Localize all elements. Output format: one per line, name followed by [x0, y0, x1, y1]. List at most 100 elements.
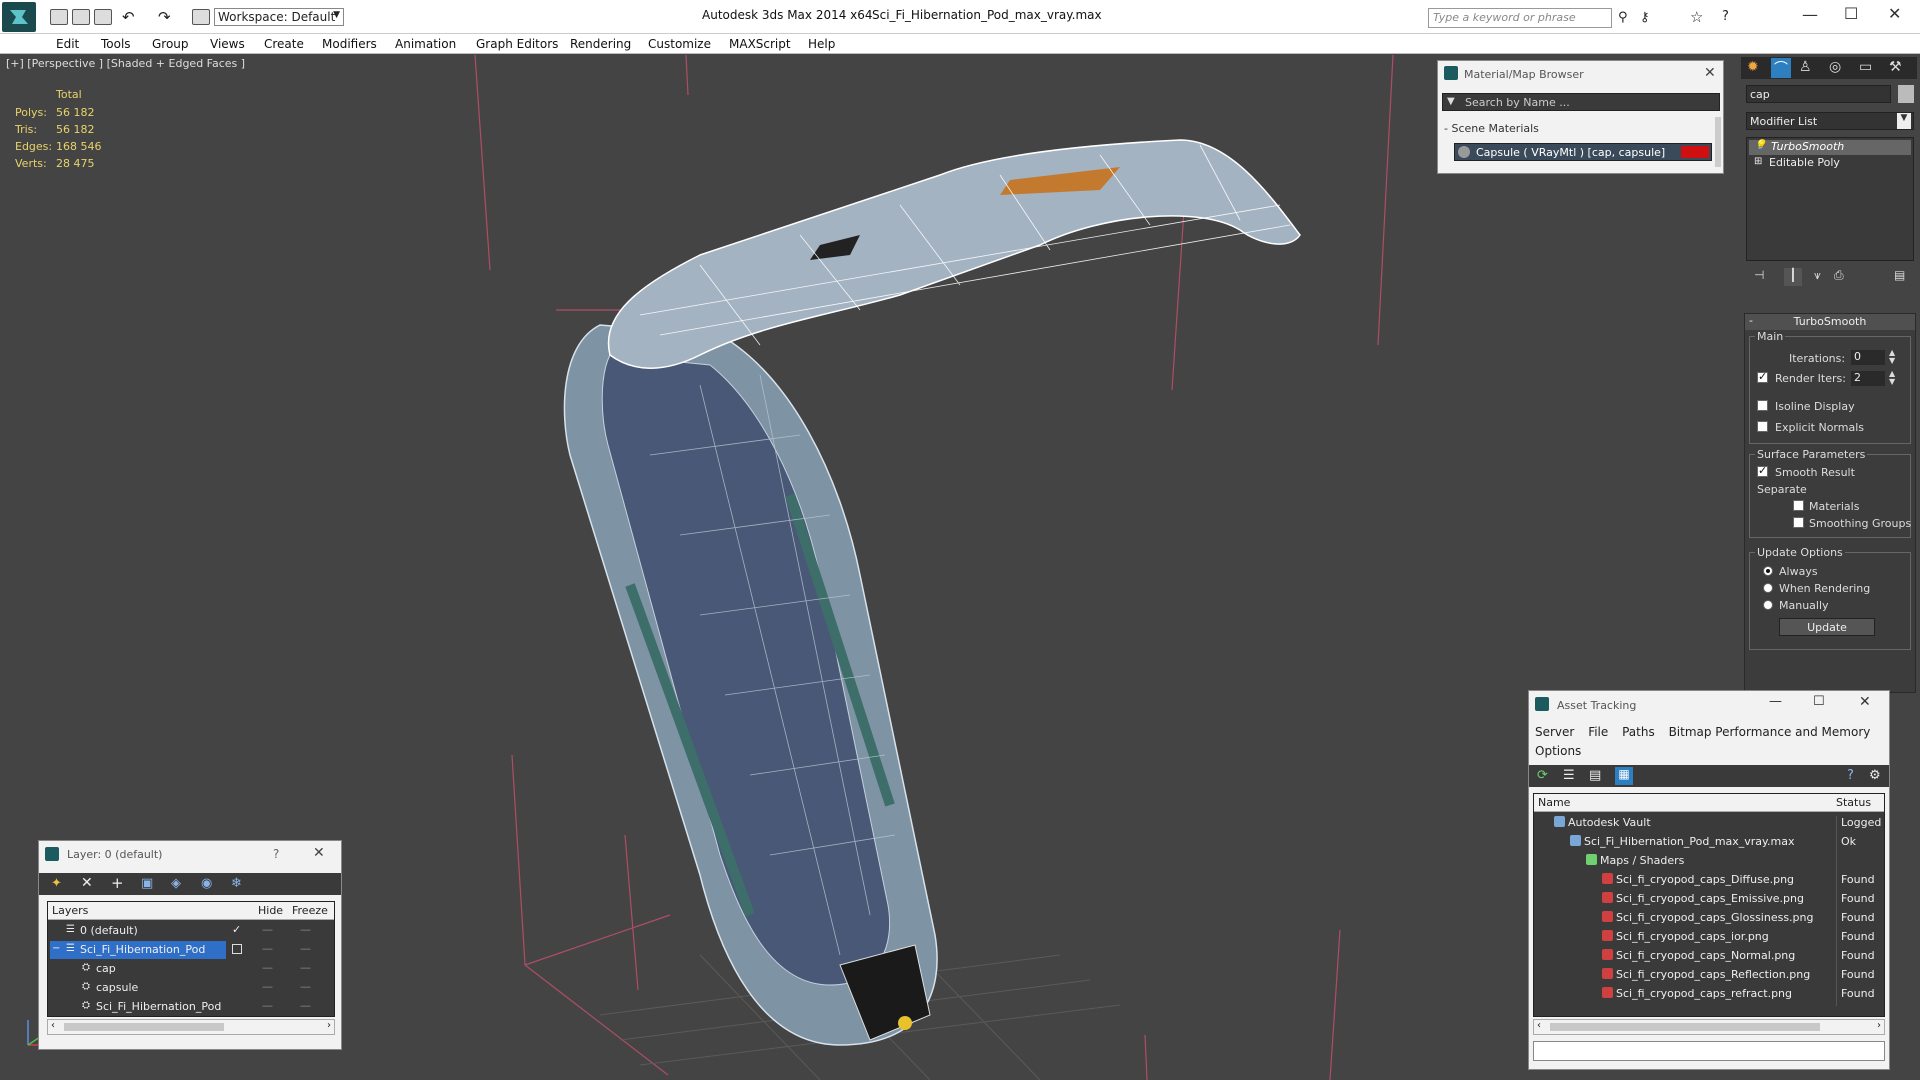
smooth-result-checkbox[interactable] — [1757, 464, 1768, 477]
asset-row[interactable]: Sci_fi_cryopod_caps_Reflection.png Found — [1534, 966, 1884, 987]
help-icon[interactable]: ? — [273, 847, 279, 861]
make-unique-icon[interactable]: ⩛ — [1814, 268, 1821, 283]
menu-paths[interactable]: Paths — [1622, 725, 1655, 739]
project-folder-icon[interactable] — [192, 9, 210, 25]
freeze-all-icon[interactable]: ❄ — [231, 876, 242, 891]
asset-row[interactable]: Sci_fi_cryopod_caps_Diffuse.png Found — [1534, 871, 1884, 892]
asset-row[interactable]: Autodesk VaultLogged C — [1534, 814, 1884, 835]
scroll-left-icon[interactable]: ‹ — [1537, 1020, 1541, 1031]
maximize-icon[interactable]: ☐ — [1844, 4, 1858, 23]
app-logo-icon[interactable] — [2, 2, 36, 32]
when-rendering-radio[interactable] — [1763, 583, 1773, 593]
menu-modifiers[interactable]: Modifiers — [322, 37, 377, 51]
scrollbar[interactable] — [1715, 117, 1721, 167]
open-file-icon[interactable] — [72, 9, 90, 25]
highlight-layer-icon[interactable]: ◈ — [171, 876, 181, 891]
save-file-icon[interactable] — [94, 9, 112, 25]
expand-icon[interactable]: − — [52, 943, 60, 954]
layer-row[interactable]: ☰ 0 (default) ✓ — — — [48, 922, 334, 940]
always-radio[interactable] — [1763, 566, 1773, 576]
vault-settings-icon[interactable]: ⚙ — [1869, 768, 1881, 783]
freeze-toggle[interactable]: — — [300, 961, 311, 974]
help-icon[interactable]: ? — [1722, 9, 1729, 24]
search-input[interactable]: Type a keyword or phrase — [1428, 8, 1612, 28]
col-freeze[interactable]: Freeze — [292, 904, 328, 917]
menu-server[interactable]: Server — [1535, 725, 1574, 739]
scroll-thumb[interactable] — [1550, 1023, 1820, 1031]
hide-toggle[interactable]: — — [262, 923, 273, 936]
asset-row[interactable]: Sci_fi_cryopod_caps_ior.png Found — [1534, 928, 1884, 949]
freeze-toggle[interactable]: — — [300, 999, 311, 1012]
menu-edit[interactable]: Edit — [56, 37, 79, 51]
redo-icon[interactable]: ↷ — [158, 8, 171, 26]
hide-toggle[interactable]: — — [262, 999, 273, 1012]
layer-row[interactable]: − ☰ Sci_Fi_Hibernation_Pod — — — [48, 941, 334, 959]
refresh-icon[interactable]: ⟳ — [1537, 768, 1548, 783]
display-tab-icon[interactable]: ▭ — [1859, 59, 1872, 75]
asset-row[interactable]: Sci_fi_cryopod_caps_refract.png Found — [1534, 985, 1884, 1006]
layer-row[interactable]: ⛭ Sci_Fi_Hibernation_Pod — — — [48, 998, 334, 1016]
modify-tab-icon[interactable]: ⌒ — [1771, 58, 1791, 78]
current-layer-box[interactable] — [232, 944, 242, 954]
vault-help-icon[interactable]: ? — [1847, 768, 1854, 783]
menu-graph-editors[interactable]: Graph Editors — [476, 37, 558, 51]
isoline-checkbox[interactable] — [1757, 400, 1768, 411]
scene-materials-header[interactable]: - Scene Materials — [1444, 122, 1539, 135]
hide-toggle[interactable]: — — [262, 942, 273, 955]
asset-row[interactable]: Sci_fi_cryopod_caps_Normal.png Found — [1534, 947, 1884, 968]
render-iters-spinner[interactable]: 2 — [1851, 371, 1885, 386]
asset-row[interactable]: Sci_Fi_Hibernation_Pod_max_vray.max Ok — [1534, 833, 1884, 854]
search-input[interactable]: ▼ Search by Name ... — [1442, 93, 1720, 111]
materials-checkbox[interactable] — [1793, 500, 1804, 511]
col-hide[interactable]: Hide — [258, 904, 283, 917]
menu-create[interactable]: Create — [264, 37, 304, 51]
new-layer-icon[interactable]: ✦ — [51, 876, 62, 891]
minimize-icon[interactable]: — — [1769, 694, 1782, 709]
menu-rendering[interactable]: Rendering — [570, 37, 631, 51]
hide-toggle[interactable]: — — [262, 961, 273, 974]
maximize-icon[interactable]: ☐ — [1813, 694, 1825, 709]
scroll-right-icon[interactable]: › — [1877, 1020, 1881, 1031]
motion-tab-icon[interactable]: ◎ — [1829, 59, 1841, 75]
menu-maxscript[interactable]: MAXScript — [729, 37, 791, 51]
asset-path-field[interactable] — [1533, 1041, 1885, 1061]
col-status[interactable]: Status — [1836, 796, 1871, 809]
configure-sets-icon[interactable]: ▤ — [1894, 268, 1905, 282]
expand-icon[interactable]: ⊞ — [1754, 156, 1762, 167]
scroll-left-icon[interactable]: ‹ — [51, 1020, 55, 1031]
stack-item-turbosmooth[interactable]: 💡 TurboSmooth — [1749, 140, 1911, 155]
utilities-tab-icon[interactable]: ⚒ — [1889, 59, 1902, 75]
tree-view-icon[interactable]: ▤ — [1589, 768, 1601, 783]
menu-tools[interactable]: Tools — [101, 37, 131, 51]
star-icon[interactable]: ☆ — [1690, 8, 1703, 26]
menu-animation[interactable]: Animation — [395, 37, 456, 51]
add-to-layer-icon[interactable]: + — [111, 874, 124, 892]
hide-toggle[interactable]: — — [262, 980, 273, 993]
spinner-arrows-icon[interactable]: ▲ ▼ — [1889, 349, 1895, 365]
freeze-toggle[interactable]: — — [300, 980, 311, 993]
menu-options[interactable]: Options — [1535, 744, 1581, 758]
modifier-list-dropdown[interactable]: Modifier List ▼ — [1746, 112, 1914, 130]
scroll-thumb[interactable] — [64, 1023, 224, 1031]
horizontal-scrollbar[interactable]: ‹ › — [47, 1019, 335, 1035]
horizontal-scrollbar[interactable]: ‹ › — [1533, 1019, 1885, 1035]
hide-all-icon[interactable]: ◉ — [201, 876, 212, 891]
spinner-arrows-icon[interactable]: ▲ ▼ — [1889, 370, 1895, 386]
filter-icon[interactable]: ▼ — [1447, 96, 1455, 107]
col-name[interactable]: Name — [1538, 796, 1570, 809]
close-icon[interactable]: ✕ — [313, 845, 325, 861]
menu-customize[interactable]: Customize — [648, 37, 711, 51]
select-in-layer-icon[interactable]: ▣ — [141, 876, 153, 891]
explicit-normals-checkbox[interactable] — [1757, 421, 1768, 432]
hierarchy-tab-icon[interactable]: ♙ — [1799, 59, 1812, 75]
workspace-dropdown[interactable]: Workspace: Default ▼ — [214, 8, 344, 26]
layer-row[interactable]: ⛭ cap — — — [48, 960, 334, 978]
col-layers[interactable]: Layers — [52, 904, 88, 917]
scroll-right-icon[interactable]: › — [327, 1020, 331, 1031]
asset-row[interactable]: Sci_fi_cryopod_caps_Glossiness.png Found — [1534, 909, 1884, 930]
smoothing-groups-checkbox[interactable] — [1793, 517, 1804, 528]
create-tab-icon[interactable]: ✹ — [1747, 59, 1759, 75]
object-name-field[interactable]: cap — [1746, 85, 1891, 103]
iterations-spinner[interactable]: 0 — [1851, 350, 1885, 365]
pin-stack-icon[interactable]: ⊣ — [1754, 268, 1764, 282]
